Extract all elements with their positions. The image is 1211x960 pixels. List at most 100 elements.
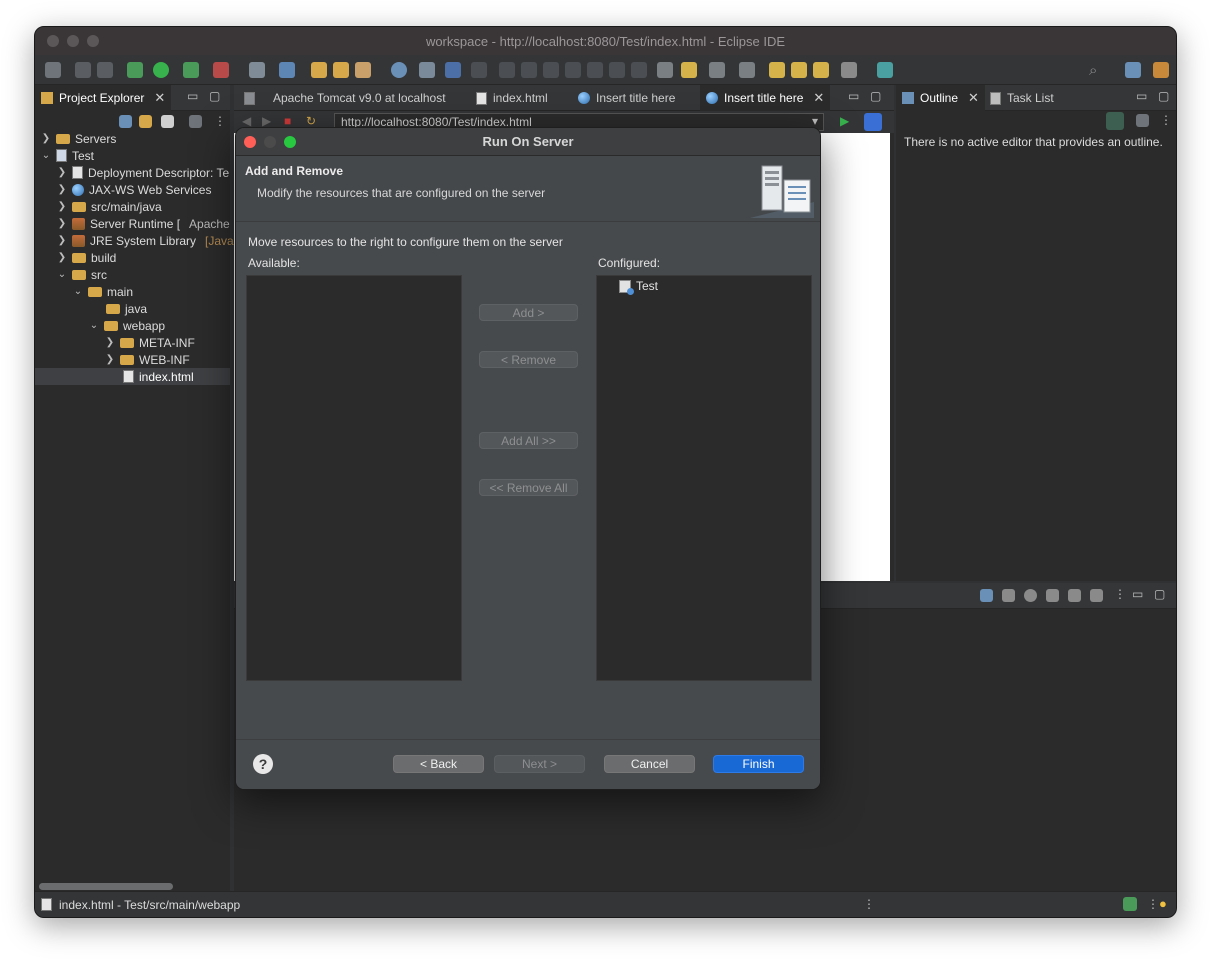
tab-tomcat-server[interactable]: Apache Tomcat v9.0 at localhost — [238, 85, 452, 111]
minimize-icon[interactable]: ▭ — [848, 89, 859, 103]
browser-refresh-icon[interactable]: ↻ — [306, 114, 316, 128]
browser-forward-icon[interactable]: ▶ — [262, 114, 271, 128]
step-over-icon[interactable] — [609, 62, 625, 78]
history-icon[interactable] — [739, 62, 755, 78]
tree-item-index-html[interactable]: index.html — [35, 368, 230, 385]
maximize-icon[interactable]: ▢ — [870, 89, 881, 103]
chevron-right-icon[interactable]: ❯ — [57, 184, 67, 195]
tree-item-deployment-descriptor[interactable]: ❯ Deployment Descriptor: Te — [57, 164, 229, 181]
chevron-right-icon[interactable]: ❯ — [57, 218, 67, 229]
tab-task-list[interactable]: Task List — [984, 85, 1060, 111]
step-return-icon[interactable] — [631, 62, 647, 78]
tree-item-build[interactable]: ❯ build — [57, 249, 117, 266]
maximize-icon[interactable]: ▢ — [1154, 587, 1165, 601]
link-editor-icon[interactable] — [139, 115, 152, 128]
open-external-icon[interactable] — [864, 113, 882, 131]
publish-server-icon[interactable] — [1090, 589, 1103, 602]
sort-icon[interactable] — [1106, 112, 1124, 130]
open-task-icon[interactable] — [877, 62, 893, 78]
chevron-right-icon[interactable]: ❯ — [57, 167, 67, 178]
terminate-icon[interactable] — [543, 62, 559, 78]
chevron-down-icon[interactable]: ⌄ — [57, 269, 67, 280]
open-perspective-icon[interactable] — [1125, 62, 1141, 78]
tab-project-explorer[interactable]: Project Explorer ✕ — [35, 85, 172, 111]
maximize-icon[interactable]: ▢ — [209, 89, 220, 103]
debug-server-icon[interactable] — [1002, 589, 1015, 602]
filter-icon[interactable] — [161, 115, 174, 128]
save-icon[interactable] — [75, 62, 91, 78]
toggle-mark-icon[interactable] — [657, 62, 673, 78]
new-web-icon[interactable] — [279, 62, 295, 78]
remove-button[interactable]: < Remove — [479, 351, 578, 368]
close-icon[interactable]: ✕ — [813, 90, 824, 106]
disconnect-icon[interactable] — [565, 62, 581, 78]
suspend-icon[interactable] — [521, 62, 537, 78]
external-tools-icon[interactable] — [213, 62, 229, 78]
resume-icon[interactable] — [499, 62, 515, 78]
available-list[interactable] — [246, 275, 462, 681]
go-icon[interactable]: ▶ — [840, 114, 849, 128]
tree-item-webapp[interactable]: ⌄ webapp — [89, 317, 165, 334]
server-status-icon[interactable] — [1123, 897, 1137, 911]
chevron-right-icon[interactable]: ❯ — [105, 354, 115, 365]
servers-view-icon[interactable] — [980, 589, 993, 602]
minimize-icon[interactable]: ▭ — [1136, 89, 1147, 103]
dialog-zoom-button[interactable] — [284, 136, 296, 148]
start-server-icon[interactable] — [1024, 589, 1037, 602]
chevron-down-icon[interactable]: ⌄ — [89, 320, 99, 331]
chevron-right-icon[interactable]: ❯ — [57, 235, 67, 246]
finish-button[interactable]: Finish — [713, 755, 804, 773]
chevron-right-icon[interactable]: ❯ — [41, 133, 51, 144]
add-all-button[interactable]: Add All >> — [479, 432, 578, 449]
cancel-button[interactable]: Cancel — [604, 755, 695, 773]
tab-insert-title-1[interactable]: Insert title here — [572, 85, 681, 111]
close-icon[interactable]: ✕ — [968, 90, 979, 106]
tab-outline[interactable]: Outline ✕ — [896, 85, 985, 111]
chevron-right-icon[interactable]: ❯ — [57, 201, 67, 212]
forward-edit-icon[interactable] — [791, 62, 807, 78]
new-icon[interactable] — [45, 62, 61, 78]
edit-icon[interactable] — [355, 62, 371, 78]
minimize-icon[interactable]: ▭ — [1132, 587, 1143, 601]
tree-item-servers[interactable]: ❯ Servers — [41, 130, 117, 147]
last-edit-icon[interactable] — [769, 62, 785, 78]
configured-list[interactable]: Test — [596, 275, 812, 681]
close-window-button[interactable] — [47, 35, 59, 47]
step-into-icon[interactable] — [587, 62, 603, 78]
tree-item-test[interactable]: ⌄ Test — [41, 147, 94, 164]
terminal-icon[interactable] — [445, 62, 461, 78]
save-all-icon[interactable] — [97, 62, 113, 78]
view-menu-icon[interactable] — [1136, 114, 1149, 127]
tab-index-html[interactable]: index.html — [470, 85, 554, 111]
coverage-icon[interactable] — [183, 62, 199, 78]
run-icon[interactable] — [153, 62, 169, 78]
next-annotation-icon[interactable] — [681, 62, 697, 78]
next-button[interactable]: Next > — [494, 755, 585, 773]
lightbulb-icon[interactable]: ● — [1159, 896, 1167, 911]
remove-all-button[interactable]: << Remove All — [479, 479, 578, 496]
list-item[interactable]: Test — [619, 279, 658, 295]
view-menu-icon[interactable] — [189, 115, 202, 128]
more-options-icon[interactable]: ⋮ — [1114, 587, 1126, 601]
tree-item-jre-library[interactable]: ❯ JRE System Library [JavaS — [57, 232, 242, 249]
minimize-icon[interactable]: ▭ — [187, 89, 198, 103]
stop-server-icon[interactable] — [1068, 589, 1081, 602]
search-tool-icon[interactable] — [471, 62, 487, 78]
horizontal-scrollbar[interactable] — [39, 883, 173, 890]
browser-stop-icon[interactable]: ■ — [284, 114, 291, 128]
forward-icon[interactable] — [841, 62, 857, 78]
tree-item-main[interactable]: ⌄ main — [73, 283, 133, 300]
open-folder-icon[interactable] — [311, 62, 327, 78]
back-button[interactable]: < Back — [393, 755, 484, 773]
browser-back-icon[interactable]: ◀ — [242, 114, 251, 128]
tree-item-jax-ws[interactable]: ❯ JAX-WS Web Services — [57, 181, 212, 198]
chevron-down-icon[interactable]: ⌄ — [73, 286, 83, 297]
web-browser-icon[interactable] — [391, 62, 407, 78]
tab-insert-title-2[interactable]: Insert title here ✕ — [700, 85, 831, 111]
debug-icon[interactable] — [127, 62, 143, 78]
minimize-window-button[interactable] — [67, 35, 79, 47]
tree-item-server-runtime[interactable]: ❯ Server Runtime [Apache — [57, 215, 230, 232]
tree-item-src[interactable]: ⌄ src — [57, 266, 107, 283]
new-server-icon[interactable] — [249, 62, 265, 78]
open-file-icon[interactable] — [333, 62, 349, 78]
